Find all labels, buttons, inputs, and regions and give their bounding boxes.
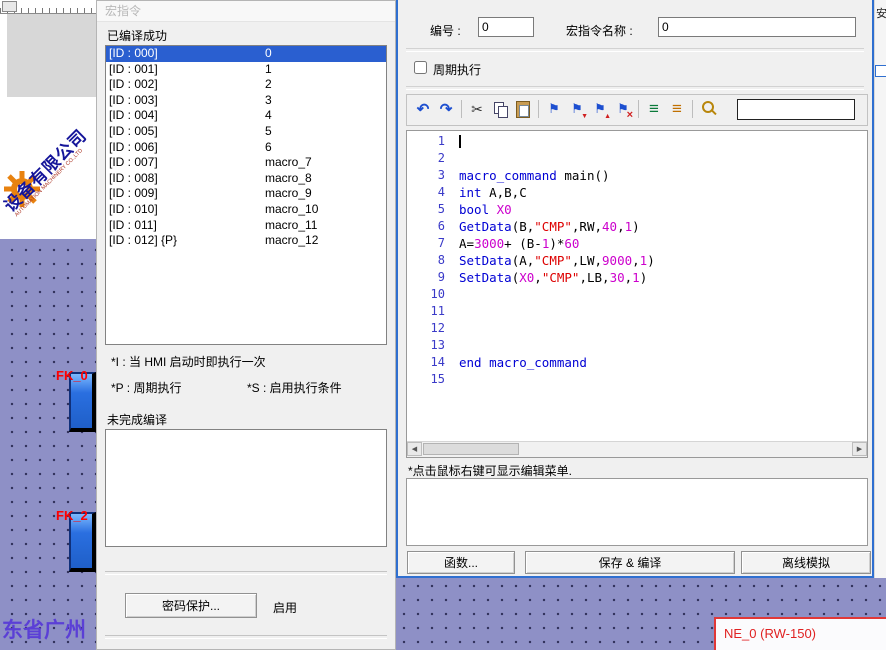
horizontal-ruler <box>0 0 96 14</box>
bookmark-toggle-icon[interactable] <box>543 97 565 121</box>
macro-list-item[interactable]: [ID : 005]5 <box>106 124 386 140</box>
uncompiled-header: 未完成编译 <box>107 411 167 428</box>
separator <box>406 86 864 90</box>
numeric-object-ne0[interactable]: NE_0 (RW-150) <box>714 617 886 650</box>
macro-number-label: 编号 : <box>430 22 461 39</box>
canvas-text-label: 东省广州 <box>2 614 96 644</box>
offline-sim-button[interactable]: 离线模拟 <box>741 551 871 574</box>
editor-hint: *点击鼠标右键可显示编辑菜单. <box>408 462 572 479</box>
toolbar-separator <box>461 100 462 118</box>
note-periodic: *P : 周期执行 <box>111 379 181 396</box>
macro-name-label: 宏指令名称 : <box>566 22 633 39</box>
compiled-header: 已编译成功 <box>107 27 167 44</box>
separator <box>105 571 387 575</box>
macro-number-input[interactable] <box>478 17 534 37</box>
macro-name-input[interactable] <box>658 17 856 37</box>
macro-list-item[interactable]: [ID : 006]6 <box>106 140 386 156</box>
macro-editor-dialog: 编号 : 宏指令名称 : 周期执行 123456789101112131415 … <box>396 0 874 578</box>
editor-horizontal-scrollbar[interactable]: ◀ ▶ <box>407 441 867 457</box>
toolbox-panel <box>0 14 97 97</box>
function-list-icon[interactable] <box>666 97 688 121</box>
macro-list[interactable]: [ID : 000]0[ID : 001]1[ID : 002]2[ID : 0… <box>105 45 387 345</box>
bookmark-next-icon[interactable] <box>566 97 588 121</box>
macro-list-dialog-title: 宏指令 <box>97 1 395 22</box>
separator <box>406 48 864 52</box>
macro-list-item[interactable]: [ID : 012] {P}macro_12 <box>106 233 386 249</box>
scroll-left-button[interactable]: ◀ <box>407 442 422 456</box>
separator <box>105 635 387 639</box>
redo-icon[interactable] <box>435 97 457 121</box>
undo-icon[interactable] <box>412 97 434 121</box>
bookmark-prev-icon[interactable] <box>589 97 611 121</box>
window-object-fk2[interactable]: FK_2 <box>56 502 96 574</box>
save-compile-button[interactable]: 保存 & 编译 <box>525 551 735 574</box>
macro-list-item[interactable]: [ID : 000]0 <box>106 46 386 62</box>
editor-toolbar-icons <box>412 97 719 121</box>
fk0-label: FK_0 <box>56 368 88 383</box>
periodic-checkbox[interactable] <box>414 61 427 74</box>
right-panel: 安 <box>874 0 886 578</box>
password-state-label: 启用 <box>273 599 297 616</box>
bookmark-clear-icon[interactable] <box>612 97 634 121</box>
paste-icon[interactable] <box>512 97 534 121</box>
password-protect-button[interactable]: 密码保护... <box>125 593 257 618</box>
macro-list-item[interactable]: [ID : 001]1 <box>106 62 386 78</box>
right-panel-label: 安 <box>876 5 886 21</box>
toolbar-search-input[interactable] <box>737 99 855 120</box>
macro-list-item[interactable]: [ID : 004]4 <box>106 108 386 124</box>
cut-icon[interactable] <box>466 97 488 121</box>
note-startup: *I : 当 HMI 启动时即执行一次 <box>111 353 266 370</box>
hmi-editor-workspace: AUTOMATION MACHINERY CO.,LTD 设备有限公司 FK_0… <box>0 0 886 650</box>
message-area[interactable] <box>406 478 868 546</box>
editor-toolbar <box>406 94 868 126</box>
copy-icon[interactable] <box>489 97 511 121</box>
macro-list-item[interactable]: [ID : 002]2 <box>106 77 386 93</box>
note-condition: *S : 启用执行条件 <box>247 379 342 396</box>
macro-list-item[interactable]: [ID : 010]macro_10 <box>106 202 386 218</box>
macro-list-item[interactable]: [ID : 007]macro_7 <box>106 155 386 171</box>
code-lines: macro_command main()int A,B,Cbool X0GetD… <box>459 133 867 388</box>
periodic-checkbox-label: 周期执行 <box>433 61 481 78</box>
macro-list-item[interactable]: [ID : 009]macro_9 <box>106 186 386 202</box>
fk2-label: FK_2 <box>56 508 88 523</box>
code-editor[interactable]: 123456789101112131415 macro_command main… <box>406 130 868 458</box>
text-cursor <box>459 135 461 148</box>
search-icon[interactable] <box>697 97 719 121</box>
company-logo: AUTOMATION MACHINERY CO.,LTD 设备有限公司 <box>0 97 96 239</box>
toolbar-separator <box>638 100 639 118</box>
scroll-right-button[interactable]: ▶ <box>852 442 867 456</box>
uncompiled-list[interactable] <box>105 429 387 547</box>
macro-list-item[interactable]: [ID : 003]3 <box>106 93 386 109</box>
macro-list-dialog: 宏指令 已编译成功 [ID : 000]0[ID : 001]1[ID : 00… <box>96 0 396 650</box>
functions-button[interactable]: 函数... <box>407 551 515 574</box>
macro-list-item[interactable]: [ID : 008]macro_8 <box>106 171 386 187</box>
toolbar-separator <box>538 100 539 118</box>
right-panel-checkbox[interactable] <box>875 65 886 77</box>
code-gutter: 123456789101112131415 <box>407 133 453 388</box>
scrollbar-thumb[interactable] <box>423 443 519 455</box>
ne0-label: NE_0 (RW-150) <box>724 626 816 641</box>
toolbar-separator <box>692 100 693 118</box>
goto-line-icon[interactable] <box>643 97 665 121</box>
macro-list-item[interactable]: [ID : 011]macro_11 <box>106 218 386 234</box>
window-object-fk0[interactable]: FK_0 <box>56 362 96 434</box>
